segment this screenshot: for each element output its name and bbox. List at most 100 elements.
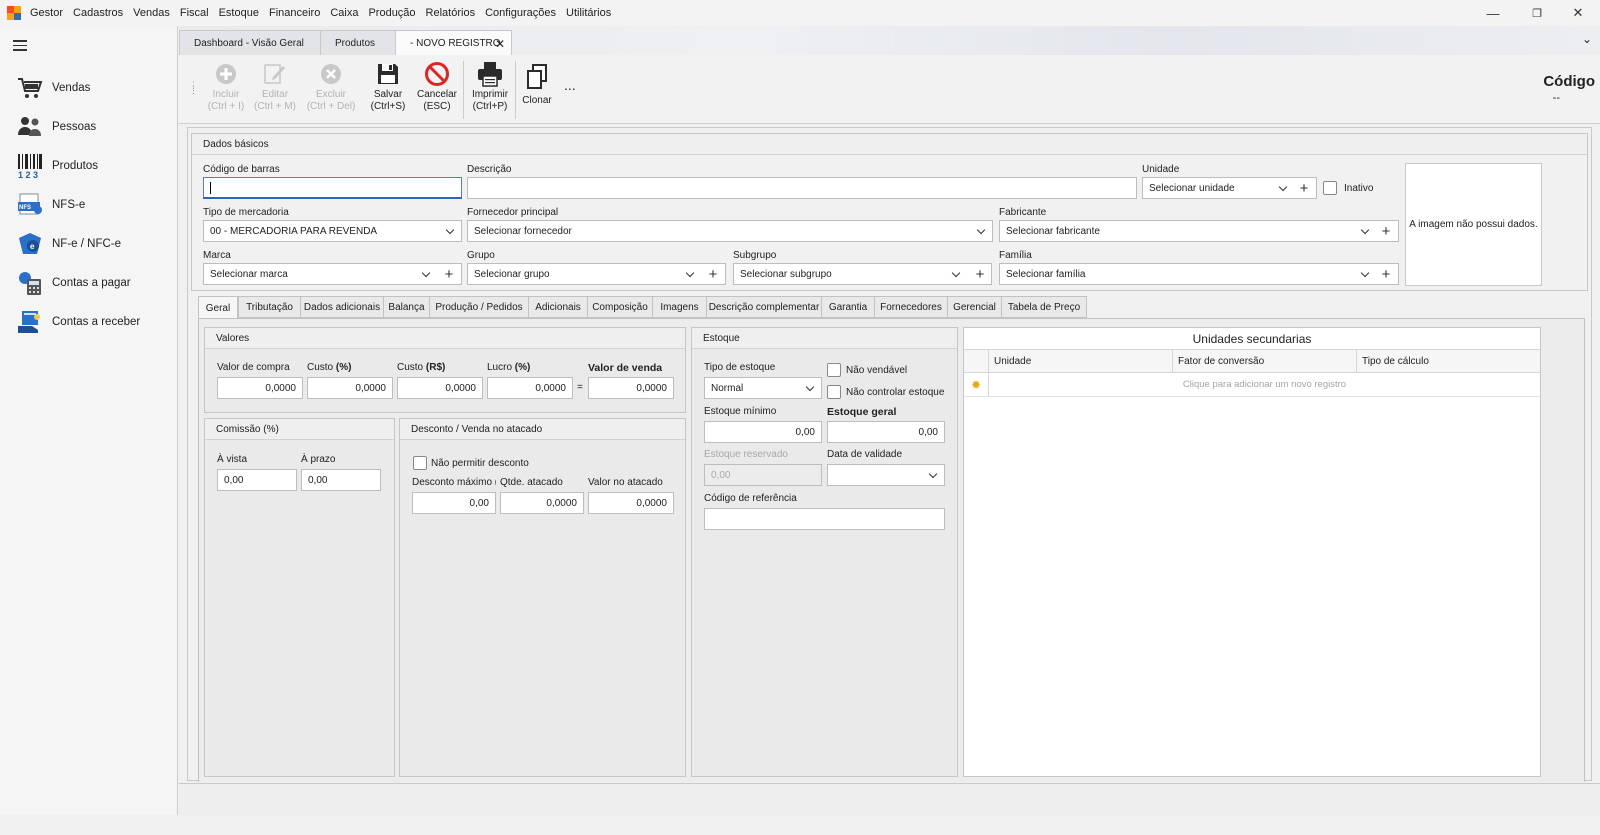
add-maker-button[interactable]: + bbox=[1375, 220, 1397, 242]
menu-fiscal[interactable]: Fiscal bbox=[175, 0, 214, 26]
menu-configuracoes[interactable]: Configurações bbox=[480, 0, 561, 26]
menu-caixa[interactable]: Caixa bbox=[325, 0, 363, 26]
supplier-select[interactable]: Selecionar fornecedor bbox=[467, 220, 993, 242]
restore-button[interactable]: ❐ bbox=[1514, 0, 1560, 26]
description-input[interactable] bbox=[467, 177, 1137, 199]
subtab-imagens[interactable]: Imagens bbox=[652, 296, 707, 318]
vista-input[interactable]: 0,00 bbox=[217, 469, 297, 491]
subtab-tabela-preco[interactable]: Tabela de Preço bbox=[1001, 296, 1087, 318]
nao-vendavel-checkbox[interactable] bbox=[827, 363, 841, 377]
add-unit-button[interactable]: + bbox=[1293, 177, 1315, 199]
minimize-button[interactable]: — bbox=[1470, 0, 1516, 26]
compra-input[interactable]: 0,0000 bbox=[217, 377, 303, 399]
lucro-input[interactable]: 0,0000 bbox=[487, 377, 573, 399]
nao-controlar-checkbox[interactable] bbox=[827, 385, 841, 399]
add-family-button[interactable]: + bbox=[1375, 263, 1397, 285]
subtab-fornecedores[interactable]: Fornecedores bbox=[874, 296, 948, 318]
sidebar-item-vendas[interactable]: Vendas bbox=[16, 73, 166, 103]
col-unidade[interactable]: Unidade bbox=[994, 356, 1031, 367]
venda-input[interactable]: 0,0000 bbox=[588, 377, 674, 399]
add-brand-button[interactable]: + bbox=[438, 263, 460, 285]
subtab-gerencial[interactable]: Gerencial bbox=[947, 296, 1002, 318]
prazo-input[interactable]: 0,00 bbox=[301, 469, 381, 491]
estoque-minimo-input[interactable]: 0,00 bbox=[704, 421, 822, 443]
sidebar-item-label: Pessoas bbox=[52, 121, 97, 133]
sidebar-item-contas-pagar[interactable]: Contas a pagar bbox=[16, 268, 166, 298]
estoque-geral-input[interactable]: 0,00 bbox=[827, 421, 945, 443]
imprimir-button[interactable]: Imprimir (Ctrl+P) bbox=[467, 59, 513, 119]
subtab-dados-adicionais[interactable]: Dados adicionais bbox=[300, 296, 384, 318]
qtde-atacado-label: Qtde. atacado bbox=[500, 477, 563, 488]
menu-gestor[interactable]: Gestor bbox=[25, 0, 68, 26]
unit-select[interactable]: Selecionar unidade bbox=[1142, 177, 1317, 199]
brand-label: Marca bbox=[203, 250, 231, 261]
group-select[interactable]: Selecionar grupo bbox=[467, 263, 726, 285]
desconto-max-input[interactable]: 0,00 bbox=[412, 492, 496, 514]
menu-producao[interactable]: Produção bbox=[363, 0, 420, 26]
inactive-checkbox[interactable] bbox=[1323, 181, 1337, 195]
subtab-geral[interactable]: Geral bbox=[198, 296, 238, 320]
clonar-button[interactable]: Clonar bbox=[520, 59, 554, 119]
menu-relatorios[interactable]: Relatórios bbox=[421, 0, 481, 26]
col-tipo-calculo[interactable]: Tipo de cálculo bbox=[1362, 356, 1429, 367]
edit-icon bbox=[263, 59, 287, 89]
nao-permitir-desconto-checkbox[interactable] bbox=[413, 456, 427, 470]
vista-label: À vista bbox=[217, 454, 248, 465]
group-value: Selecionar grupo bbox=[474, 268, 550, 280]
subtab-producao[interactable]: Produção / Pedidos bbox=[429, 296, 529, 318]
sidebar-item-contas-receber[interactable]: Contas a receber bbox=[16, 307, 166, 337]
tab-dashboard[interactable]: Dashboard - Visão Geral bbox=[179, 30, 321, 55]
incluir-button[interactable]: Incluir (Ctrl + I) bbox=[203, 59, 249, 119]
codigo-referencia-input[interactable] bbox=[704, 508, 945, 530]
product-image-box[interactable]: A imagem não possui dados. bbox=[1405, 163, 1542, 286]
col-fator-conversao[interactable]: Fator de conversão bbox=[1178, 356, 1264, 367]
new-row[interactable]: ✹ Clique para adicionar um novo registro bbox=[964, 373, 1540, 397]
menu-financeiro[interactable]: Financeiro bbox=[264, 0, 325, 26]
sidebar-item-pessoas[interactable]: Pessoas bbox=[16, 112, 166, 142]
sidebar-item-nfse[interactable]: NFS NFS-e bbox=[16, 190, 166, 220]
custo-pct-label: Custo (%) bbox=[307, 362, 351, 373]
menu-utilitarios[interactable]: Utilitários bbox=[561, 0, 616, 26]
excluir-button[interactable]: Excluir (Ctrl + Del) bbox=[303, 59, 359, 119]
close-tab-icon[interactable]: ✕ bbox=[495, 37, 505, 51]
estoque-minimo-label: Estoque mínimo bbox=[704, 406, 777, 417]
subtab-composicao[interactable]: Composição bbox=[587, 296, 653, 318]
data-validade-picker[interactable] bbox=[827, 464, 945, 486]
chevron-down-icon bbox=[976, 225, 986, 235]
menu-vendas[interactable]: Vendas bbox=[128, 0, 175, 26]
subtab-balanca[interactable]: Balança bbox=[383, 296, 430, 318]
add-subgroup-button[interactable]: + bbox=[969, 263, 991, 285]
menu-estoque[interactable]: Estoque bbox=[214, 0, 264, 26]
custo-rs-input[interactable]: 0,0000 bbox=[397, 377, 483, 399]
chevron-down-icon[interactable]: ⌄ bbox=[1582, 32, 1592, 46]
family-select[interactable]: Selecionar família bbox=[999, 263, 1399, 285]
close-window-button[interactable]: ✕ bbox=[1555, 0, 1600, 26]
sidebar-item-produtos[interactable]: 1 2 3 Produtos bbox=[16, 151, 166, 181]
type-select[interactable]: 00 - MERCADORIA PARA REVENDA bbox=[203, 220, 462, 242]
subtab-descricao-complementar[interactable]: Descrição complementar bbox=[706, 296, 822, 318]
editar-button[interactable]: Editar (Ctrl + M) bbox=[250, 59, 300, 119]
more-options-button[interactable]: ... bbox=[564, 77, 576, 93]
tab-novo-registro[interactable]: - NOVO REGISTRO ✕ bbox=[395, 30, 512, 56]
qtde-atacado-input[interactable]: 0,0000 bbox=[500, 492, 584, 514]
hamburger-menu-icon[interactable] bbox=[13, 40, 27, 54]
tipo-estoque-select[interactable]: Normal bbox=[704, 377, 822, 399]
brand-select[interactable]: Selecionar marca bbox=[203, 263, 462, 285]
cancelar-button[interactable]: Cancelar (ESC) bbox=[414, 59, 460, 119]
subtab-garantia[interactable]: Garantia bbox=[821, 296, 875, 318]
subtab-adicionais[interactable]: Adicionais bbox=[528, 296, 588, 318]
tab-produtos[interactable]: Produtos bbox=[320, 30, 396, 55]
subgroup-select[interactable]: Selecionar subgrupo bbox=[733, 263, 992, 285]
nao-vendavel-label: Não vendável bbox=[846, 365, 908, 376]
group-title: Estoque bbox=[692, 328, 957, 349]
desconto-max-label: Desconto máximo (% bbox=[412, 477, 496, 488]
subtab-tributacao[interactable]: Tributação bbox=[238, 296, 301, 318]
add-group-button[interactable]: + bbox=[702, 263, 724, 285]
menu-cadastros[interactable]: Cadastros bbox=[68, 0, 128, 26]
sidebar-item-nfe[interactable]: e NF-e / NFC-e bbox=[16, 229, 166, 259]
barcode-input[interactable] bbox=[203, 177, 462, 199]
valor-atacado-input[interactable]: 0,0000 bbox=[588, 492, 674, 514]
maker-select[interactable]: Selecionar fabricante bbox=[999, 220, 1399, 242]
salvar-button[interactable]: Salvar (Ctrl+S) bbox=[366, 59, 410, 119]
custo-pct-input[interactable]: 0,0000 bbox=[307, 377, 393, 399]
